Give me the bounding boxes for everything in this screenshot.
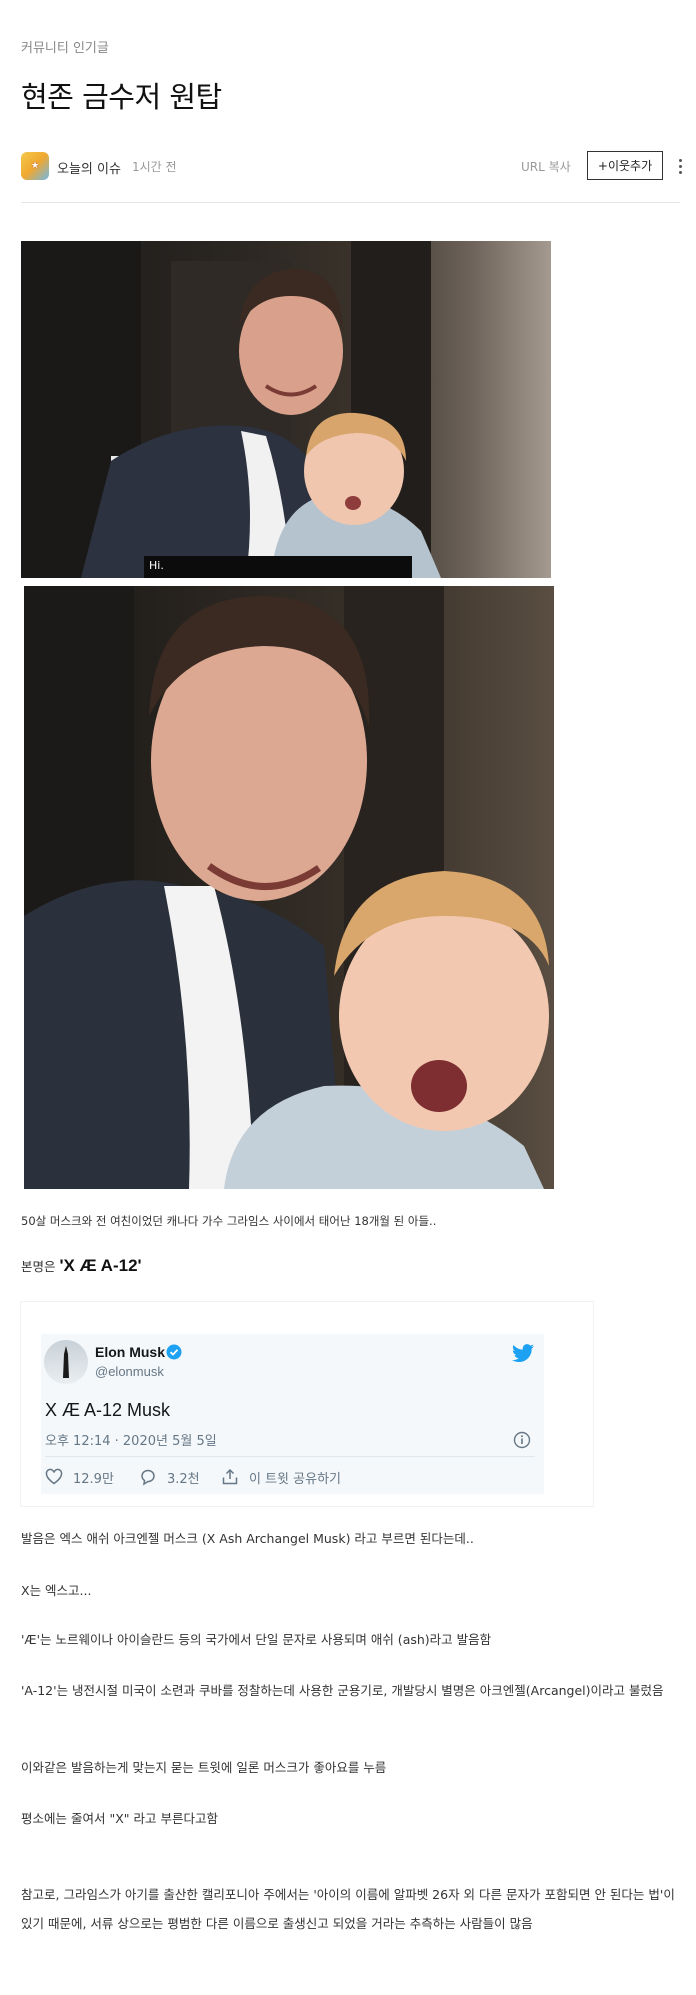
more-vertical-icon[interactable]	[675, 154, 685, 178]
ae-explanation: 'Æ'는 노르웨이나 아이슬란드 등의 국가에서 단일 문자로 사용되며 애쉬 …	[21, 1632, 492, 1647]
tweet-author-handle[interactable]: @elonmusk	[95, 1364, 164, 1379]
post-time: 1시간 전	[132, 160, 177, 174]
reply-button[interactable]: 3.2천	[139, 1465, 200, 1489]
tweet-text: X Æ A-12 Musk	[45, 1400, 171, 1420]
like-count: 12.9만	[73, 1471, 114, 1487]
heart-icon	[45, 1468, 63, 1485]
intro-text: 50살 머스크와 전 여친이었던 캐나다 가수 그라임스 사이에서 태어난 18…	[21, 1214, 437, 1228]
x-explanation: X는 엑스고...	[21, 1583, 92, 1598]
info-icon[interactable]	[513, 1431, 531, 1449]
share-label: 이 트윗 공유하기	[249, 1471, 341, 1487]
post-title: 현존 금수저 원탑	[21, 80, 222, 114]
tweet-datetime[interactable]: 오후 12:14 · 2020년 5월 5일	[45, 1430, 217, 1449]
category-label[interactable]: 커뮤니티 인기글	[21, 37, 109, 56]
real-name: 'X Æ A-12'	[59, 1256, 142, 1275]
real-name-prefix: 본명은	[21, 1259, 60, 1274]
like-button[interactable]: 12.9만	[45, 1465, 114, 1489]
header-divider	[21, 202, 680, 203]
california-law-text: 참고로, 그라임스가 아기를 출산한 캘리포니아 주에서는 '아이의 이름에 알…	[21, 1887, 675, 1931]
photo-closeup[interactable]	[24, 586, 554, 1189]
verified-badge-icon	[166, 1344, 182, 1360]
share-tweet-button[interactable]: 이 트윗 공유하기	[221, 1465, 341, 1489]
tweet-author-avatar[interactable]	[44, 1340, 88, 1384]
pronunciation-text: 발음은 엑스 애쉬 아크엔젤 머스크 (X Ash Archangel Musk…	[21, 1531, 474, 1546]
author-name[interactable]: 오늘의 이슈	[57, 158, 121, 177]
photo-video-call[interactable]: Hi.	[21, 241, 551, 578]
twitter-bird-icon[interactable]	[511, 1344, 535, 1364]
video-caption-bar	[144, 556, 412, 578]
author-avatar[interactable]: ★	[21, 152, 49, 180]
post-meta: ★ 오늘의 이슈 1시간 전 URL 복사 +이웃추가	[21, 150, 685, 184]
real-name-line: 본명은 'X Æ A-12'	[21, 1253, 142, 1280]
avatar-image: ★	[30, 161, 40, 171]
speech-bubble-icon	[141, 1469, 155, 1486]
like-explanation: 이와같은 발음하는게 맞는지 묻는 트윗에 일론 머스크가 좋아요를 누름	[21, 1760, 387, 1775]
add-neighbor-button[interactable]: +이웃추가	[587, 151, 663, 180]
a12-explanation: 'A-12'는 냉전시절 미국이 소련과 쿠바를 정찰하는데 사용한 군용기로,…	[21, 1683, 664, 1698]
tweet-actions: 12.9만 3.2천 이 트윗 공유하기	[45, 1465, 535, 1489]
tweet-divider	[45, 1456, 535, 1457]
nickname-text: 평소에는 줄여서 "X" 라고 부른다고함	[21, 1811, 218, 1826]
reply-count: 3.2천	[167, 1471, 200, 1487]
tweet-author-name[interactable]: Elon Musk	[95, 1344, 165, 1360]
share-icon	[222, 1468, 238, 1485]
tweet-card[interactable]: Elon Musk @elonmusk X Æ A-12 Musk 오후 12:…	[41, 1334, 544, 1494]
url-copy-button[interactable]: URL 복사	[521, 158, 571, 175]
video-caption: Hi.	[149, 559, 164, 572]
